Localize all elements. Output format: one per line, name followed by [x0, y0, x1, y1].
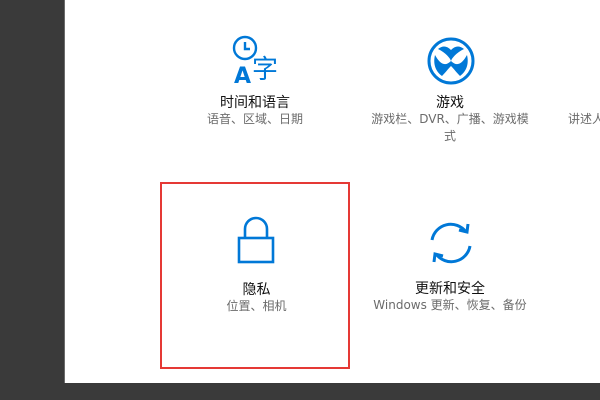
tile-description: 讲述人 [568, 112, 600, 126]
tile-description: 语音、区域、日期 [206, 112, 303, 126]
xbox-icon [426, 36, 476, 90]
tile-description: Windows 更新、恢复、备份 [373, 298, 527, 312]
svg-text:字: 字 [252, 55, 278, 85]
time-language-icon: A 字 [228, 34, 282, 92]
window-frame-left [0, 0, 64, 400]
tile-title: 游戏 [436, 95, 464, 111]
tile-description: 游戏栏、DVR、广播、游戏模式 [371, 112, 529, 143]
settings-tile-ease-of-access[interactable]: 讲述人 [560, 30, 600, 160]
settings-tile-update-security[interactable]: 更新和安全 Windows 更新、恢复、备份 [370, 182, 530, 342]
settings-tile-gaming[interactable]: 游戏 游戏栏、DVR、广播、游戏模式 [370, 30, 530, 160]
svg-text:A: A [234, 64, 251, 88]
window-frame-bottom [0, 383, 600, 400]
settings-tile-time-language[interactable]: A 字 时间和语言 语音、区域、日期 [195, 30, 315, 160]
tile-title: 更新和安全 [415, 281, 485, 297]
highlight-box [160, 182, 350, 369]
sync-icon [426, 218, 476, 272]
tile-title: 时间和语言 [220, 95, 290, 111]
